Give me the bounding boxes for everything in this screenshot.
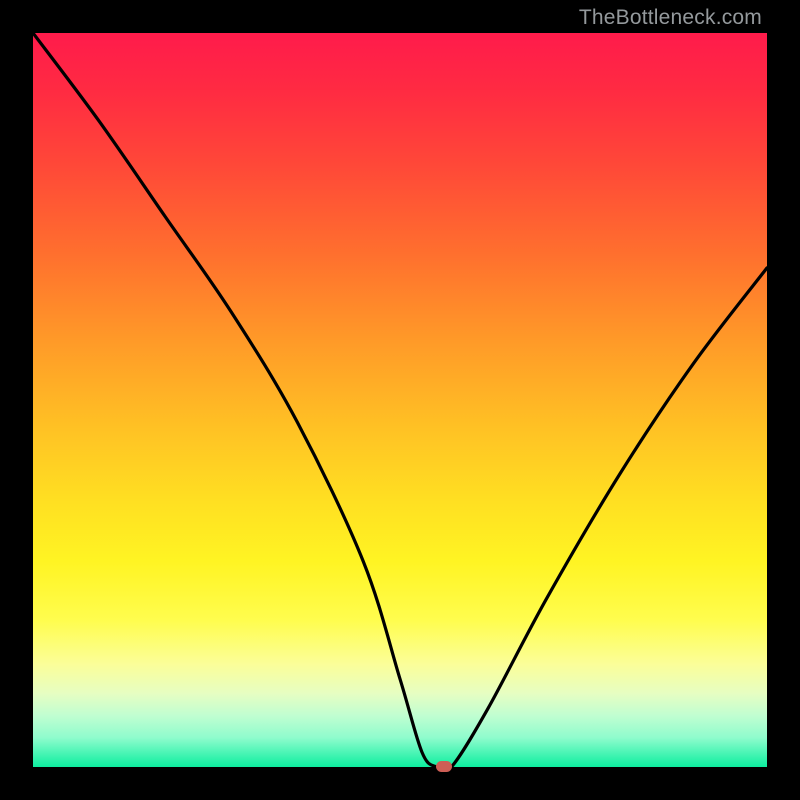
watermark-text: TheBottleneck.com — [579, 6, 762, 30]
curve-path — [33, 33, 767, 767]
plot-area — [33, 33, 767, 767]
optimum-marker — [436, 761, 452, 772]
bottleneck-curve — [33, 33, 767, 767]
chart-container: TheBottleneck.com — [0, 0, 800, 800]
